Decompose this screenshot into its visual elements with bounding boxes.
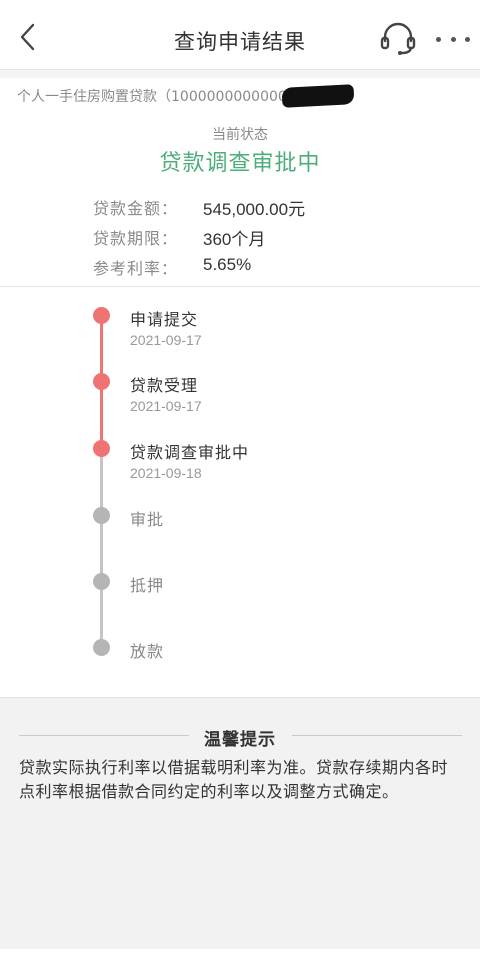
loan-rate-label: 参考利率： <box>93 259 179 278</box>
timeline-line-pending <box>100 448 103 648</box>
header-separator <box>0 70 480 78</box>
nav-bar: 查询申请结果 <box>0 0 480 70</box>
status-label: 当前状态 <box>212 127 268 143</box>
step-title: 申请提交 <box>130 310 199 329</box>
step-title: 贷款受理 <box>130 376 199 395</box>
more-dots-icon <box>450 36 456 42</box>
bottom-safe-area <box>0 949 480 972</box>
timeline-dot-done <box>93 373 110 390</box>
more-button[interactable] <box>436 26 470 52</box>
step-title: 抵押 <box>130 576 165 595</box>
loan-rate-value: 5.65% <box>203 255 252 274</box>
loan-rate-row: 参考利率： 5.65% <box>93 255 251 279</box>
tips-section: 温馨提示 贷款实际执行利率以借据载明利率为准。贷款存续期内各时点利率根据借款合同… <box>0 697 480 949</box>
step-date: 2021-09-17 <box>130 398 202 414</box>
loan-product-name: 个人一手住房购置贷款（1000000000000 <box>17 89 287 105</box>
tips-text: 贷款实际执行利率以借据载明利率为准。贷款存续期内各时点利率根据借款合同约定的利率… <box>19 758 449 801</box>
timeline-dot-current <box>93 440 110 457</box>
timeline-dot-pending <box>93 639 110 656</box>
headset-icon <box>380 22 416 55</box>
tips-title: 温馨提示 <box>204 730 276 750</box>
tips-divider-right <box>292 735 462 736</box>
loan-amount-row: 贷款金额： 545,000.00元 <box>93 195 305 220</box>
loan-term-value: 360个月 <box>203 230 266 249</box>
timeline-dot-pending <box>93 573 110 590</box>
step-date: 2021-09-17 <box>130 332 202 348</box>
more-dots-icon <box>465 36 470 42</box>
progress-timeline: 申请提交 2021-09-17 贷款受理 2021-09-17 贷款调查审批中 … <box>0 287 480 697</box>
step-title: 贷款调查审批中 <box>130 443 250 462</box>
customer-service-button[interactable] <box>380 22 416 56</box>
loan-term-label: 贷款期限： <box>93 229 179 248</box>
loan-amount-label: 贷款金额： <box>93 199 179 218</box>
timeline-dot-pending <box>93 507 110 524</box>
redaction-mark <box>281 84 355 108</box>
more-dots-icon <box>436 36 441 42</box>
step-date: 2021-09-18 <box>130 465 202 481</box>
timeline-dot-done <box>93 307 110 324</box>
status-value: 贷款调查审批中 <box>159 151 321 176</box>
loan-term-row: 贷款期限： 360个月 <box>93 225 265 250</box>
step-title: 审批 <box>130 510 165 529</box>
step-title: 放款 <box>130 642 165 661</box>
loan-amount-value: 545,000.00元 <box>203 200 306 219</box>
